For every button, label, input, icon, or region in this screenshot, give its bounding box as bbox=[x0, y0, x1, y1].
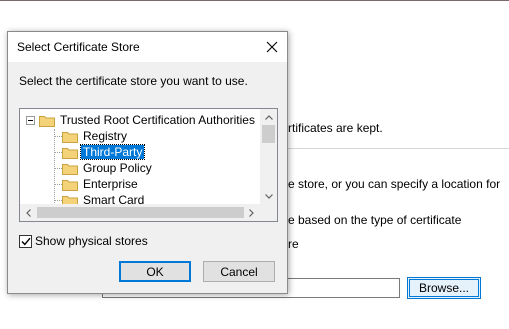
store-tree[interactable]: Trusted Root Certification Authorities R… bbox=[19, 108, 278, 222]
horizontal-scrollbar[interactable] bbox=[20, 204, 260, 221]
browse-button[interactable]: Browse... bbox=[407, 277, 481, 299]
folder-icon bbox=[62, 163, 78, 175]
folder-icon bbox=[62, 179, 78, 191]
horizontal-scroll-thumb[interactable] bbox=[37, 207, 244, 218]
folder-icon bbox=[39, 115, 55, 127]
description-text-store: e store, or you can specify a location f… bbox=[288, 177, 501, 191]
tree-item-label-selected: Third-Party bbox=[79, 144, 146, 160]
scroll-up-arrow[interactable] bbox=[260, 109, 277, 126]
tree-line bbox=[54, 184, 62, 185]
tree-line bbox=[54, 152, 62, 153]
tree-line bbox=[54, 200, 62, 201]
cancel-label: Cancel bbox=[220, 264, 258, 279]
scrollbar-corner bbox=[260, 204, 277, 221]
chevron-down-icon bbox=[264, 194, 273, 199]
tree-item-label: Enterprise bbox=[83, 177, 138, 191]
dialog-title: Select Certificate Store bbox=[17, 40, 140, 54]
chevron-right-icon bbox=[249, 208, 254, 217]
folder-icon bbox=[62, 147, 78, 159]
ok-button[interactable]: OK bbox=[119, 261, 191, 282]
close-icon bbox=[266, 41, 278, 53]
description-text-kept: rtificates are kept. bbox=[288, 121, 383, 135]
tree-item-third-party[interactable]: Third-Party bbox=[62, 144, 146, 160]
tree-item-label: Group Policy bbox=[83, 161, 152, 175]
scroll-right-arrow[interactable] bbox=[243, 204, 260, 221]
show-physical-stores-option[interactable]: Show physical stores bbox=[19, 234, 148, 248]
description-text-re: re bbox=[288, 237, 299, 251]
tree-line bbox=[54, 129, 55, 205]
dialog-titlebar: Select Certificate Store bbox=[8, 32, 287, 62]
collapse-icon[interactable] bbox=[26, 116, 35, 125]
close-button[interactable] bbox=[257, 32, 287, 62]
window-top-border bbox=[0, 0, 509, 1]
vertical-scroll-thumb[interactable] bbox=[262, 125, 275, 143]
folder-icon bbox=[62, 131, 78, 143]
tree-item-registry[interactable]: Registry bbox=[62, 128, 129, 144]
description-text-based: e based on the type of certificate bbox=[288, 213, 462, 227]
vertical-scrollbar[interactable] bbox=[260, 109, 277, 205]
tree-line bbox=[54, 168, 62, 169]
cancel-button[interactable]: Cancel bbox=[203, 261, 275, 282]
show-physical-stores-checkbox[interactable] bbox=[19, 234, 32, 248]
tree-item-label: Registry bbox=[83, 129, 128, 143]
scroll-down-arrow[interactable] bbox=[260, 188, 277, 205]
tree-root-node[interactable]: Trusted Root Certification Authorities bbox=[39, 112, 257, 128]
ok-label: OK bbox=[146, 264, 164, 279]
scroll-left-arrow[interactable] bbox=[20, 204, 37, 221]
checkmark-icon bbox=[20, 237, 31, 246]
browse-label: Browse... bbox=[418, 281, 469, 295]
tree-item-group-policy[interactable]: Group Policy bbox=[62, 160, 154, 176]
show-physical-stores-label: Show physical stores bbox=[35, 234, 148, 248]
divider bbox=[288, 148, 509, 149]
chevron-left-icon bbox=[26, 208, 31, 217]
tree-content: Trusted Root Certification Authorities R… bbox=[20, 109, 260, 205]
tree-line bbox=[54, 136, 62, 137]
tree-root-label: Trusted Root Certification Authorities bbox=[60, 113, 255, 127]
select-certificate-store-dialog: Select Certificate Store Select the cert… bbox=[7, 31, 288, 294]
instruction-text: Select the certificate store you want to… bbox=[19, 74, 248, 88]
chevron-up-icon bbox=[264, 115, 273, 120]
tree-item-enterprise[interactable]: Enterprise bbox=[62, 176, 140, 192]
